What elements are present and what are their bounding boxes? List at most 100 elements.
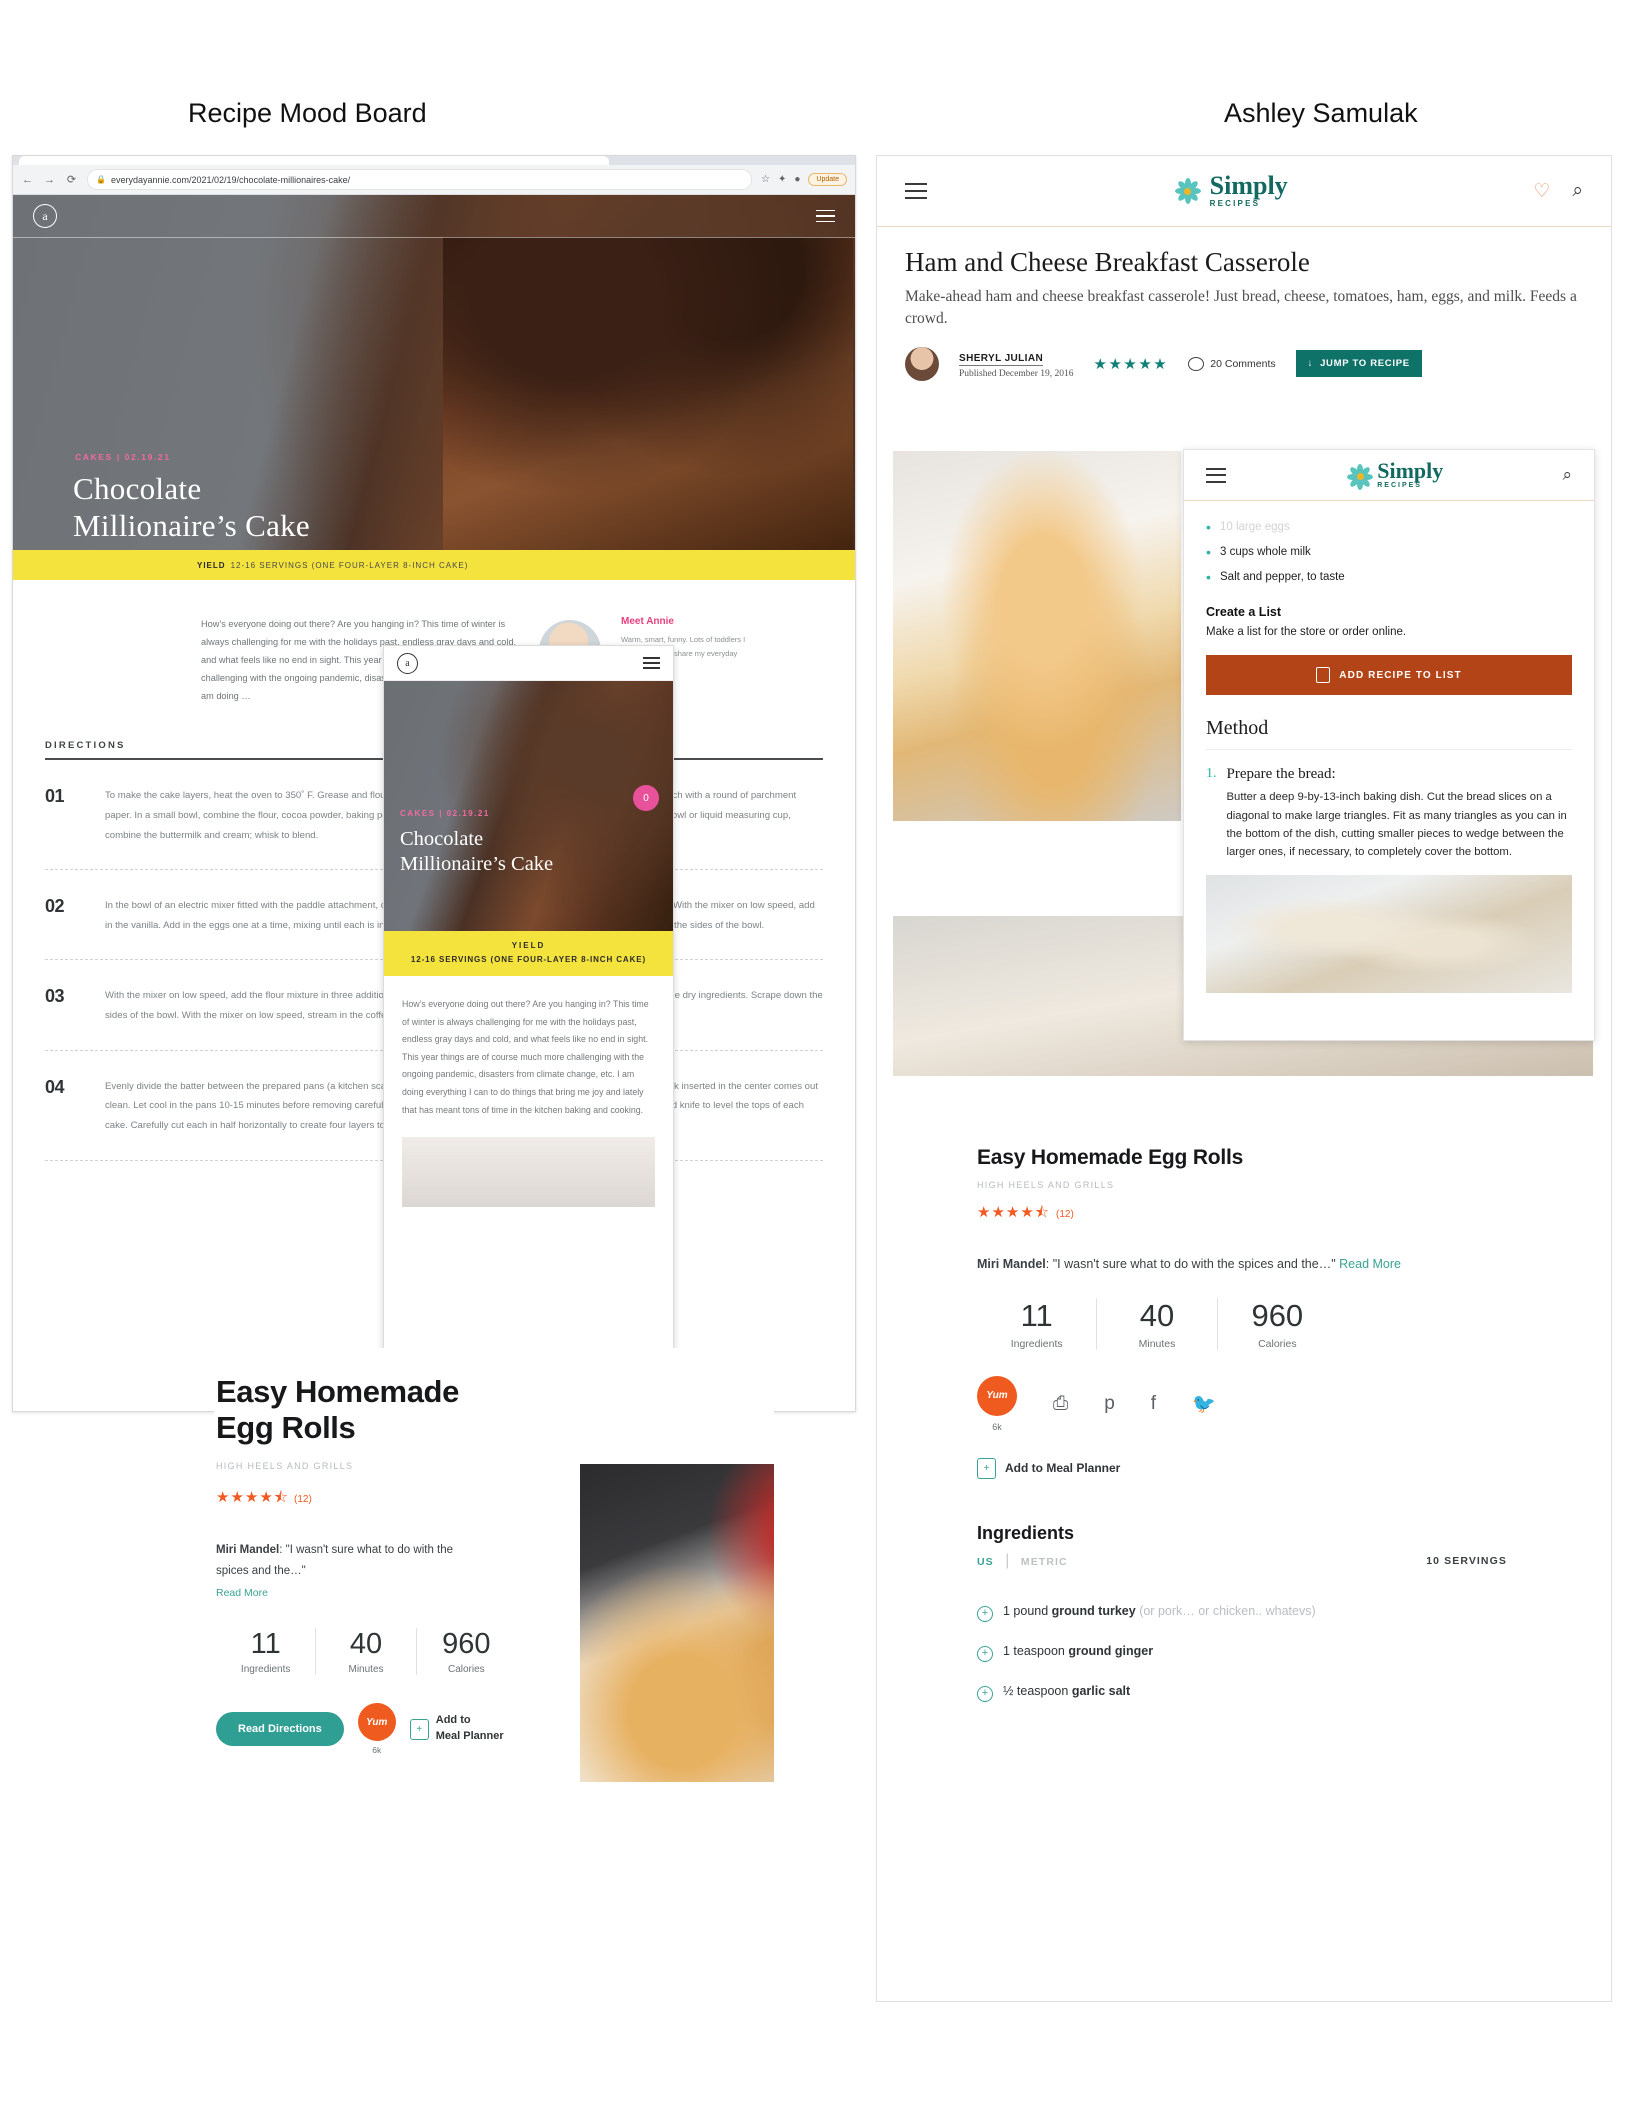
step-number: 02 (45, 896, 65, 917)
stat-ingredients: 11 Ingredients (216, 1628, 315, 1675)
back-icon[interactable]: ← (21, 174, 34, 186)
star-rating-icon[interactable]: ★★★★★ (1094, 355, 1169, 373)
meet-annie-heading: Meet Annie (621, 616, 674, 627)
step-heading: Prepare the bread: (1226, 766, 1336, 783)
category-label[interactable]: CAKES | 02.19.21 (75, 452, 171, 462)
menu-icon[interactable] (643, 654, 660, 673)
facebook-icon[interactable]: f (1151, 1393, 1156, 1415)
add-to-meal-planner-button[interactable]: + Add to Meal Planner (977, 1457, 1577, 1479)
unit-us-toggle[interactable]: US (977, 1556, 994, 1568)
simply-logo[interactable]: Simply RECIPES (1173, 171, 1288, 208)
annie-site-header: a (13, 195, 855, 238)
ingredient-qty: 1 pound (1003, 1603, 1052, 1618)
yummly-icon[interactable]: Yum (977, 1375, 1017, 1416)
down-arrow-icon: ↓ (1307, 358, 1314, 370)
yield-value: 12-16 SERVINGS (ONE FOUR-LAYER 8-INCH CA… (410, 955, 647, 964)
stat-label: Minutes (348, 1664, 384, 1676)
casserole-photo (893, 451, 1181, 821)
ingredient-qty: 1 teaspoon (1003, 1643, 1069, 1658)
planner-label: Add to Meal Planner (1005, 1461, 1121, 1475)
brand-subtitle: RECIPES (1209, 198, 1261, 208)
inline-photo (402, 1137, 655, 1208)
update-button[interactable]: Update (808, 173, 847, 186)
ingredient-name: ground ginger (1068, 1643, 1154, 1658)
stat-calories: 960 Calories (1216, 1297, 1337, 1350)
list-item[interactable]: + 1 teaspoon ground ginger (977, 1644, 1577, 1662)
list-item[interactable]: + 1 pound ground turkey (or pork… or chi… (977, 1604, 1577, 1622)
rating[interactable]: ★★★★⯪ (12) (977, 1202, 1577, 1227)
stat-label: Calories (1258, 1337, 1297, 1350)
unit-toggle-row: US | METRIC 10 SERVINGS (977, 1552, 1507, 1570)
annie-logo[interactable]: a (397, 652, 418, 674)
plus-icon[interactable]: + (977, 1605, 993, 1622)
annie-hero: a CAKES | 02.19.21 Chocolate Millionaire… (13, 195, 855, 550)
reviewer-name: Miri Mandel (216, 1543, 280, 1556)
recipe-source: HIGH HEELS AND GRILLS (977, 1180, 1115, 1190)
recipe-stats: 11 Ingredients 40 Minutes 960 Calories (977, 1297, 1337, 1350)
stat-minutes: 40 Minutes (315, 1628, 415, 1676)
menu-icon[interactable] (905, 178, 927, 204)
stat-value: 11 (1020, 1297, 1053, 1333)
stat-ingredients: 11 Ingredients (977, 1298, 1096, 1350)
menu-icon[interactable] (816, 206, 835, 227)
lock-icon: 🔒 (96, 175, 106, 184)
search-icon[interactable]: ⌕ (1562, 465, 1572, 485)
brand-name: Simply (1209, 171, 1288, 201)
recipe-headline: Chocolate Millionaire’s Cake (400, 827, 553, 876)
profile-icon[interactable]: ● (794, 174, 800, 185)
reload-icon[interactable]: ⟳ (65, 173, 78, 186)
read-directions-button[interactable]: Read Directions (216, 1712, 344, 1747)
category-label[interactable]: CAKES | 02.19.21 (400, 809, 490, 818)
heart-icon[interactable]: ♡ (1533, 180, 1550, 203)
stat-calories: 960 Calories (415, 1628, 516, 1676)
annie-mobile-screenshot: a 0 CAKES | 02.19.21 Chocolate Millionai… (383, 645, 674, 1355)
unit-metric-toggle[interactable]: METRIC (1021, 1556, 1068, 1568)
ingredient-name: ground turkey (1051, 1603, 1136, 1618)
rating-count: (12) (294, 1493, 312, 1505)
reviewer-name: Miri Mandel (977, 1257, 1046, 1271)
jump-to-recipe-button[interactable]: ↓ JUMP TO RECIPE (1295, 350, 1422, 378)
add-recipe-label: ADD RECIPE TO LIST (1339, 669, 1462, 681)
twitter-icon[interactable]: 🐦 (1192, 1392, 1216, 1416)
bookmark-star-icon[interactable]: ☆ (761, 174, 770, 185)
yummly-icon[interactable]: Yum (357, 1703, 396, 1742)
menu-icon[interactable] (1206, 463, 1226, 487)
search-icon[interactable]: ⌕ (1572, 180, 1583, 202)
simply-header-icons: ♡ ⌕ (1533, 180, 1583, 203)
author-name[interactable]: SHERYL JULIAN (959, 353, 1044, 367)
create-list-heading: Create a List (1206, 605, 1282, 619)
rating-count: (12) (1056, 1209, 1074, 1220)
list-item[interactable]: + ½ teaspoon garlic salt (977, 1684, 1577, 1702)
ingredient-note: (or pork… or chicken.. whatevs) (1135, 1603, 1316, 1618)
list-icon (1316, 667, 1331, 684)
step-text: Butter a deep 9-by-13-inch baking dish. … (1226, 791, 1567, 859)
read-more-link[interactable]: Read More (216, 1584, 268, 1603)
comments-link[interactable]: 20 Comments (1188, 356, 1276, 371)
recipe-headline: Chocolate Millionaire’s Cake (73, 471, 310, 544)
stat-label: Ingredients (1010, 1337, 1063, 1350)
address-bar[interactable]: 🔒 everydayannie.com/2021/02/19/chocolate… (87, 169, 753, 190)
list-item: 3 cups whole milk (1206, 546, 1572, 559)
pin-badge[interactable]: 0 (633, 785, 659, 811)
forward-icon[interactable]: → (43, 174, 56, 186)
bread-in-dish-photo (1206, 875, 1572, 994)
plus-icon[interactable]: + (977, 1645, 993, 1662)
flower-icon (1345, 462, 1374, 490)
extensions-icon[interactable]: ✦ (778, 174, 786, 185)
print-icon[interactable]: ⎙ (1053, 1393, 1068, 1415)
pinterest-icon[interactable]: p (1104, 1393, 1115, 1415)
yield-label: YIELD (511, 941, 546, 950)
comment-bubble-icon (1188, 356, 1205, 371)
recipe-title: Ham and Cheese Breakfast Casserole (905, 247, 1310, 277)
add-to-meal-planner-button[interactable]: + Add to Meal Planner (409, 1713, 504, 1745)
read-more-link[interactable]: Read More (1339, 1257, 1401, 1271)
annie-logo[interactable]: a (33, 204, 57, 228)
annie-mobile-hero: 0 CAKES | 02.19.21 Chocolate Millionaire… (384, 681, 673, 931)
add-recipe-to-list-button[interactable]: ADD RECIPE TO LIST (1206, 655, 1572, 696)
browser-tab[interactable] (19, 156, 609, 165)
servings-value[interactable]: 10 SERVINGS (1426, 1555, 1507, 1567)
quote-text: : "I wasn't sure what to do with the spi… (1045, 1257, 1336, 1271)
simply-logo[interactable]: Simply RECIPES (1345, 460, 1443, 490)
review-quote: Miri Mandel: "I wasn't sure what to do w… (977, 1253, 1447, 1276)
plus-icon[interactable]: + (977, 1685, 993, 1702)
